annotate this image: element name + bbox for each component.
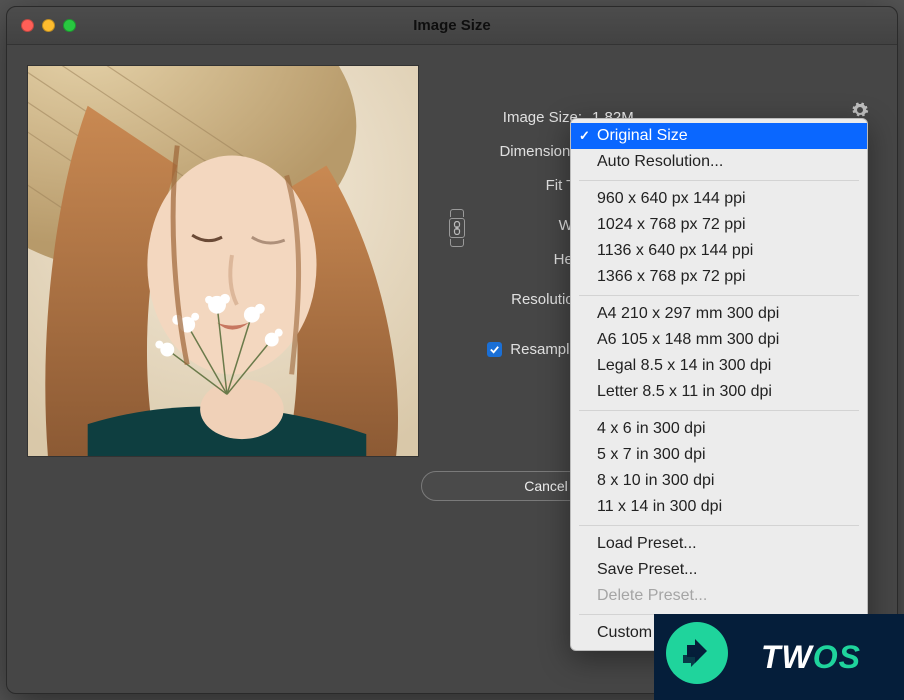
menu-item[interactable]: 1024 x 768 px 72 ppi [571,212,867,238]
menu-item[interactable]: 1136 x 640 px 144 ppi [571,238,867,264]
menu-item[interactable]: Load Preset... [571,531,867,557]
fit-to-dropdown[interactable]: Original SizeAuto Resolution... 960 x 640… [570,118,868,651]
link-icon [452,221,462,235]
forward-icon [681,637,713,669]
minimize-button[interactable] [42,19,55,32]
constrain-proportions[interactable] [445,209,469,269]
menu-item[interactable]: Original Size [571,123,867,149]
menu-item[interactable]: A4 210 x 297 mm 300 dpi [571,301,867,327]
traffic-lights [21,19,76,32]
menu-item[interactable]: 11 x 14 in 300 dpi [571,494,867,520]
titlebar: Image Size [7,7,897,45]
menu-item[interactable]: 5 x 7 in 300 dpi [571,442,867,468]
menu-item[interactable]: Letter 8.5 x 11 in 300 dpi [571,379,867,405]
menu-item[interactable]: 8 x 10 in 300 dpi [571,468,867,494]
menu-item[interactable]: Save Preset... [571,557,867,583]
cancel-button-label: Cancel [524,478,568,494]
menu-item[interactable]: 4 x 6 in 300 dpi [571,416,867,442]
close-button[interactable] [21,19,34,32]
checkmark-icon [489,344,500,355]
menu-item[interactable]: A6 105 x 148 mm 300 dpi [571,327,867,353]
menu-item[interactable]: 960 x 640 px 144 ppi [571,186,867,212]
resample-checkbox[interactable] [487,342,502,357]
zoom-button[interactable] [63,19,76,32]
image-preview [27,65,419,457]
menu-item[interactable]: Legal 8.5 x 14 in 300 dpi [571,353,867,379]
speech-bubble-icon [666,622,728,684]
photo-placeholder [28,66,418,456]
menu-separator [579,180,859,181]
window-title: Image Size [7,17,897,34]
menu-separator [579,525,859,526]
menu-item[interactable]: 1366 x 768 px 72 ppi [571,264,867,290]
watermark: TWOS [654,614,904,700]
watermark-text: TWOS [761,639,861,676]
menu-separator [579,410,859,411]
menu-separator [579,295,859,296]
menu-item[interactable]: Auto Resolution... [571,149,867,175]
menu-item: Delete Preset... [571,583,867,609]
